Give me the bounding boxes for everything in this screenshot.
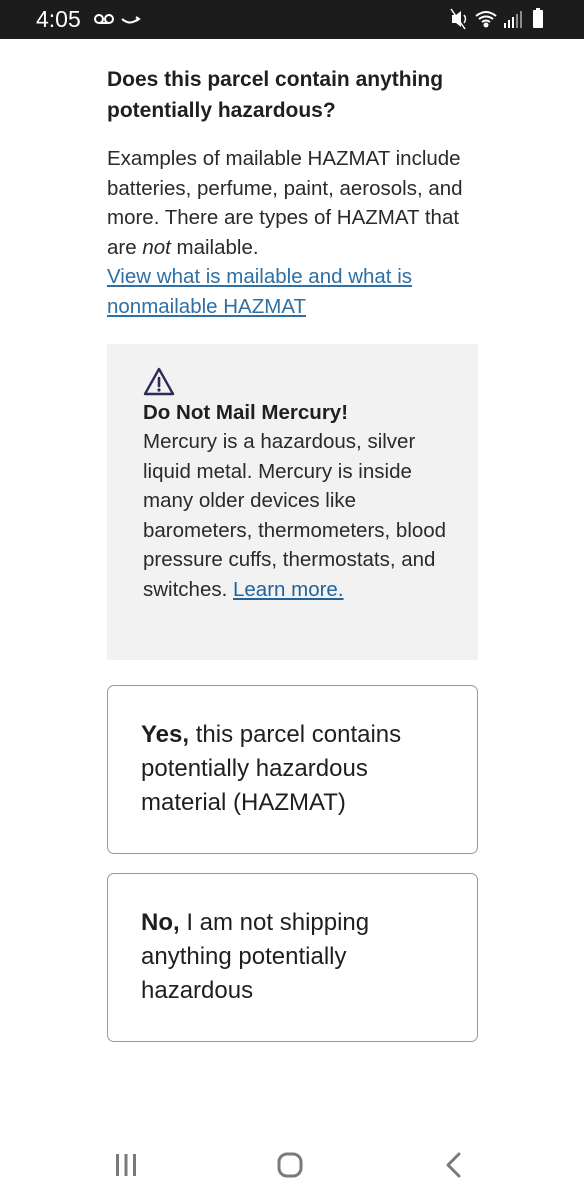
hazmat-yes-text: Yes, this parcel contains potentially ha… <box>141 718 451 820</box>
intro-text-2: mailable. <box>170 235 259 259</box>
main-content: Does this parcel contain anything potent… <box>107 64 477 321</box>
status-right-icons <box>450 8 543 30</box>
hazmat-no-option[interactable]: No, I am not shipping anything potential… <box>107 873 478 1042</box>
hazmat-no-bold: No, <box>141 909 180 936</box>
learn-more-link[interactable]: Learn more. <box>233 578 344 601</box>
recent-apps-icon[interactable] <box>106 1146 146 1186</box>
signal-icon <box>504 11 522 28</box>
hazmat-intro: Examples of mailable HAZMAT include batt… <box>107 144 477 321</box>
intro-text-emphasis: not <box>142 235 171 259</box>
status-left-icons <box>94 14 141 24</box>
amazon-smile-icon <box>121 16 141 24</box>
status-time: 4:05 <box>36 6 81 32</box>
hazmat-question: Does this parcel contain anything potent… <box>107 68 444 122</box>
warning-triangle-icon <box>143 367 175 396</box>
wifi-icon <box>475 11 497 28</box>
voicemail-icon <box>94 14 114 24</box>
hazmat-info-link[interactable]: View what is mailable and what is nonmai… <box>107 265 412 318</box>
status-bar: 4:05 <box>0 0 584 39</box>
mercury-warning-text: Mercury is a hazardous, silver liquid me… <box>143 427 453 604</box>
android-nav-bar <box>0 1130 584 1200</box>
home-icon[interactable] <box>270 1146 310 1186</box>
back-icon[interactable] <box>434 1146 474 1186</box>
hazmat-no-text: No, I am not shipping anything potential… <box>141 906 451 1008</box>
battery-icon <box>533 8 543 28</box>
mercury-warning-content: Do Not Mail Mercury! Mercury is a hazard… <box>143 366 453 604</box>
mercury-warning-body: Mercury is a hazardous, silver liquid me… <box>143 430 447 601</box>
mercury-warning-box: Do Not Mail Mercury! Mercury is a hazard… <box>107 344 478 660</box>
hazmat-yes-bold: Yes, <box>141 721 190 748</box>
mute-icon <box>450 8 467 30</box>
mercury-warning-title: Do Not Mail Mercury! <box>143 401 349 424</box>
hazmat-yes-option[interactable]: Yes, this parcel contains potentially ha… <box>107 685 478 854</box>
